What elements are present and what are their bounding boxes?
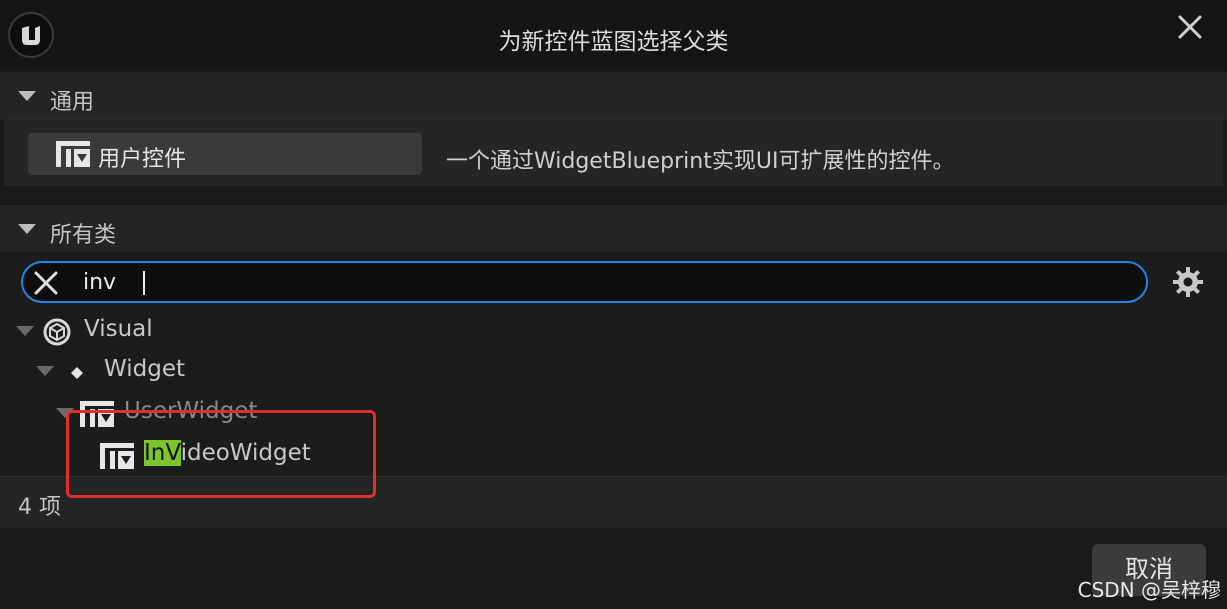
- title-bar: 为新控件蓝图选择父类: [0, 0, 1227, 68]
- search-box: [21, 261, 1148, 303]
- section-header-label: 通用: [50, 90, 95, 115]
- section-header-label: 所有类: [50, 223, 117, 248]
- expand-arrow-icon: [56, 408, 74, 418]
- tree-item-invideo-widget[interactable]: InVideoWidget: [0, 436, 1227, 476]
- results-footer: 4 项: [0, 476, 1227, 528]
- expand-arrow-icon: [36, 366, 54, 376]
- dialog-title: 为新控件蓝图选择父类: [498, 29, 729, 55]
- dialog-button-bar: 取消: [0, 528, 1227, 609]
- tree-item-label: InVideoWidget: [144, 440, 311, 466]
- tree-item-user-widget[interactable]: UserWidget: [0, 394, 1227, 434]
- item-count: 4 项: [18, 495, 61, 520]
- user-widget-icon: [100, 443, 134, 473]
- user-widget-icon: [80, 401, 114, 431]
- class-tree: Visual Widget UserWidget InVideoWidget: [0, 312, 1227, 476]
- section-header-common[interactable]: 通用: [0, 72, 1227, 120]
- user-widget-button[interactable]: 用户控件: [28, 133, 422, 175]
- user-widget-label: 用户控件: [98, 147, 187, 172]
- expand-arrow-icon: [16, 326, 34, 336]
- search-match-highlight: InV: [144, 440, 181, 466]
- gear-icon[interactable]: [1172, 266, 1204, 298]
- diamond-icon: [70, 365, 84, 384]
- search-result-rest: ideoWidget: [180, 440, 311, 466]
- clear-search-icon[interactable]: [33, 270, 59, 296]
- user-widget-icon: [56, 141, 90, 171]
- close-icon[interactable]: [1175, 12, 1205, 42]
- actor-sphere-icon: [42, 317, 72, 351]
- tree-item-label: Widget: [104, 356, 185, 382]
- text-caret: [143, 271, 145, 295]
- search-input[interactable]: [83, 267, 1123, 297]
- collapse-arrow-icon: [18, 224, 36, 234]
- user-widget-description: 一个通过WidgetBlueprint实现UI可扩展性的控件。: [446, 149, 955, 174]
- search-row: [0, 252, 1227, 312]
- tree-item-label: Visual: [84, 316, 153, 342]
- tree-item-label: UserWidget: [124, 398, 258, 424]
- tree-item-widget[interactable]: Widget: [0, 352, 1227, 392]
- tree-item-visual[interactable]: Visual: [0, 312, 1227, 352]
- watermark: CSDN @吴梓穆: [1077, 578, 1221, 602]
- common-section-body: 用户控件 一个通过WidgetBlueprint实现UI可扩展性的控件。: [4, 118, 1223, 186]
- collapse-arrow-icon: [18, 91, 36, 101]
- section-header-all-classes[interactable]: 所有类: [0, 205, 1227, 253]
